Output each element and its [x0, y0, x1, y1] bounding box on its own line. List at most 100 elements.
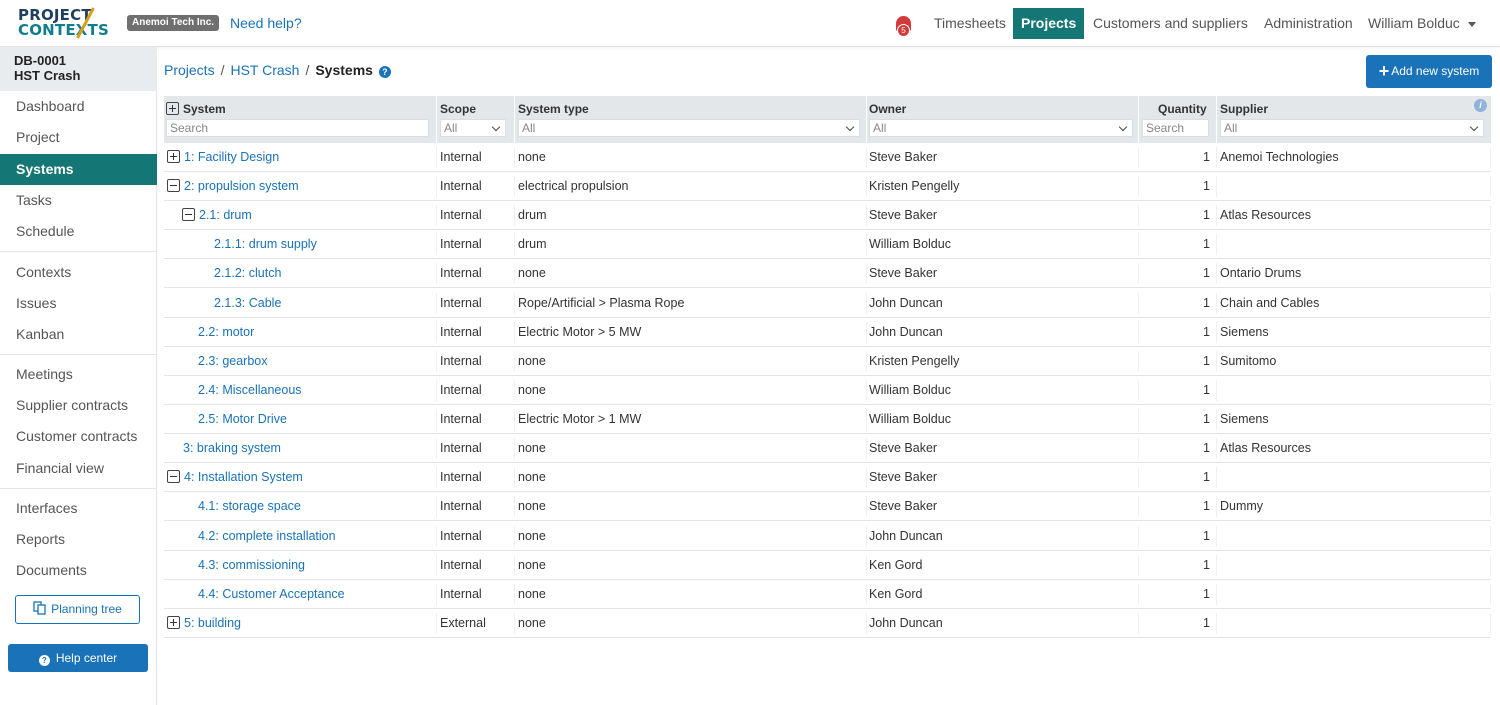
sidebar-item-customer-contracts[interactable]: Customer contracts [0, 421, 157, 452]
table-row[interactable]: 2.1.2: clutch Internal none Steve Baker Onta… [164, 259, 1491, 289]
table-row[interactable]: 2.1.3: Cable Internal Rope/Artificial > Pl… [164, 289, 1491, 318]
scope-cell: Internal [440, 324, 482, 339]
nav-administration[interactable]: Administration [1256, 8, 1361, 39]
table-row[interactable]: 2.5: Motor Drive Internal Electric Motor >… [164, 405, 1491, 435]
help-center-button[interactable]: ? Help center [8, 644, 148, 672]
sidebar-item-systems[interactable]: Systems [0, 154, 157, 185]
sidebar-item-meetings[interactable]: Meetings [0, 359, 157, 390]
sidebar-item-financial-view[interactable]: Financial view [0, 453, 157, 484]
system-type-cell: drum [518, 237, 547, 252]
table-row[interactable]: 2.3: gearbox Internal none Kristen Pengelly… [164, 347, 1491, 376]
system-type-filter-select[interactable]: All [518, 119, 860, 137]
system-link[interactable]: 4.2: complete installation [198, 529, 336, 543]
table-row[interactable]: 4.3: commissioning Internal none Ken Gord 1 [164, 551, 1491, 580]
quantity-search-input[interactable]: Search [1142, 119, 1209, 137]
nav-customers-suppliers[interactable]: Customers and suppliers [1085, 8, 1256, 39]
scope-cell: Internal [440, 179, 482, 194]
system-link[interactable]: 4.1: storage space [198, 499, 301, 513]
sidebar-item-contexts[interactable]: Contexts [0, 257, 157, 288]
column-divider [1138, 96, 1139, 143]
scope-filter-select[interactable]: All [440, 119, 506, 137]
sidebar-item-documents[interactable]: Documents [0, 555, 157, 586]
cell-divider [514, 205, 515, 227]
system-link[interactable]: 3: braking system [183, 441, 281, 455]
system-link[interactable]: 2.5: Motor Drive [198, 412, 287, 426]
table-row[interactable]: 2.1: drum Internal drum Steve Baker Atlas Re… [164, 201, 1491, 231]
collapse-icon[interactable] [167, 470, 180, 484]
notification-bell-icon[interactable]: 5 [893, 14, 915, 38]
planning-tree-button[interactable]: Planning tree [15, 595, 140, 624]
scope-cell: Internal [440, 382, 482, 397]
column-supplier-label: Supplier [1220, 102, 1269, 116]
table-row[interactable]: 2.4: Miscellaneous Internal none William Bo… [164, 376, 1491, 405]
sidebar-item-issues[interactable]: Issues [0, 288, 157, 319]
table-row[interactable]: 4: Installation System Internal none Steve … [164, 463, 1491, 493]
sidebar-item-supplier-contracts[interactable]: Supplier contracts [0, 390, 157, 421]
table-row[interactable]: 1: Facility Design Internal none Steve Bake… [164, 143, 1491, 172]
cell-divider [1216, 234, 1217, 256]
sidebar-item-interfaces[interactable]: Interfaces [0, 493, 157, 524]
quantity-cell: 1 [1203, 295, 1210, 310]
help-icon[interactable]: ? [378, 66, 391, 78]
scope-cell: Internal [440, 237, 482, 252]
sidebar-item-kanban[interactable]: Kanban [0, 319, 157, 350]
system-link[interactable]: 2.3: gearbox [198, 354, 268, 368]
sidebar-item-project[interactable]: Project [0, 122, 157, 153]
system-cell: 2.3: gearbox [198, 347, 268, 376]
user-menu[interactable]: William Bolduc [1360, 8, 1484, 39]
table-row[interactable]: 3: braking system Internal none Steve Baker… [164, 434, 1491, 464]
sidebar-divider [0, 354, 157, 355]
system-link[interactable]: 2.1.3: Cable [214, 296, 281, 310]
cell-divider [866, 525, 867, 547]
expand-icon[interactable] [167, 150, 180, 163]
collapse-icon[interactable] [182, 208, 195, 222]
system-link[interactable]: 2.1.1: drum supply [214, 237, 317, 251]
system-link[interactable]: 2.4: Miscellaneous [198, 383, 302, 397]
sidebar-item-schedule[interactable]: Schedule [0, 216, 157, 247]
owner-filter-select[interactable]: All [869, 119, 1133, 137]
nav-projects[interactable]: Projects [1013, 8, 1085, 39]
table-row[interactable]: 5: building External none John Duncan 1 [164, 609, 1491, 638]
system-search-input[interactable]: Search [166, 119, 429, 137]
system-link[interactable]: 4: Installation System [184, 470, 303, 484]
cell-divider [1216, 205, 1217, 227]
nav-timesheets[interactable]: Timesheets [926, 8, 1014, 39]
cell-divider [866, 379, 867, 401]
system-link[interactable]: 2.2: motor [198, 325, 254, 339]
expand-all-icon[interactable] [166, 102, 179, 115]
quantity-cell: 1 [1203, 150, 1210, 164]
add-new-system-label: Add new system [1391, 64, 1480, 78]
cell-divider [514, 467, 515, 489]
system-link[interactable]: 4.4: Customer Acceptance [198, 587, 345, 601]
sidebar-item-reports[interactable]: Reports [0, 524, 157, 555]
info-icon[interactable]: i [1474, 99, 1487, 112]
system-link[interactable]: 4.3: commissioning [198, 558, 305, 572]
table-row[interactable]: 2.2: motor Internal Electric Motor > 5 MW J… [164, 318, 1491, 347]
table-row[interactable]: 4.4: Customer Acceptance Internal none Ken … [164, 580, 1491, 609]
expand-icon[interactable] [167, 615, 180, 629]
sidebar-item-dashboard[interactable]: Dashboard [0, 91, 157, 122]
table-row[interactable]: 4.1: storage space Internal none Steve Bake… [164, 492, 1491, 522]
owner-cell: John Duncan [869, 528, 943, 543]
breadcrumb-projects[interactable]: Projects [164, 62, 215, 78]
system-link[interactable]: 5: building [184, 616, 241, 630]
system-link[interactable]: 2.1: drum [199, 208, 252, 222]
table-row[interactable]: 2: propulsion system Internal electrical p… [164, 172, 1491, 202]
table-row[interactable]: 2.1.1: drum supply Internal drum William Bo… [164, 230, 1491, 260]
table-row[interactable]: 4.2: complete installation Internal none Jo… [164, 522, 1491, 551]
quantity-cell: 1 [1203, 528, 1210, 543]
system-link[interactable]: 2.1.2: clutch [214, 266, 281, 280]
need-help-link[interactable]: Need help? [230, 15, 302, 31]
plus-icon: + [1378, 61, 1390, 81]
cell-divider [1216, 379, 1217, 401]
quantity-cell: 1 [1203, 382, 1210, 397]
add-new-system-button[interactable]: + Add new system [1366, 55, 1492, 88]
collapse-icon[interactable] [167, 179, 180, 193]
quantity-cell: 1 [1203, 237, 1210, 252]
system-link[interactable]: 2: propulsion system [184, 179, 299, 193]
system-link[interactable]: 1: Facility Design [184, 150, 279, 164]
breadcrumb-project[interactable]: HST Crash [230, 62, 299, 78]
app-logo[interactable]: PROJECT CONTEXTS [18, 7, 110, 40]
sidebar-item-tasks[interactable]: Tasks [0, 185, 157, 216]
supplier-filter-select[interactable]: All [1220, 119, 1484, 137]
